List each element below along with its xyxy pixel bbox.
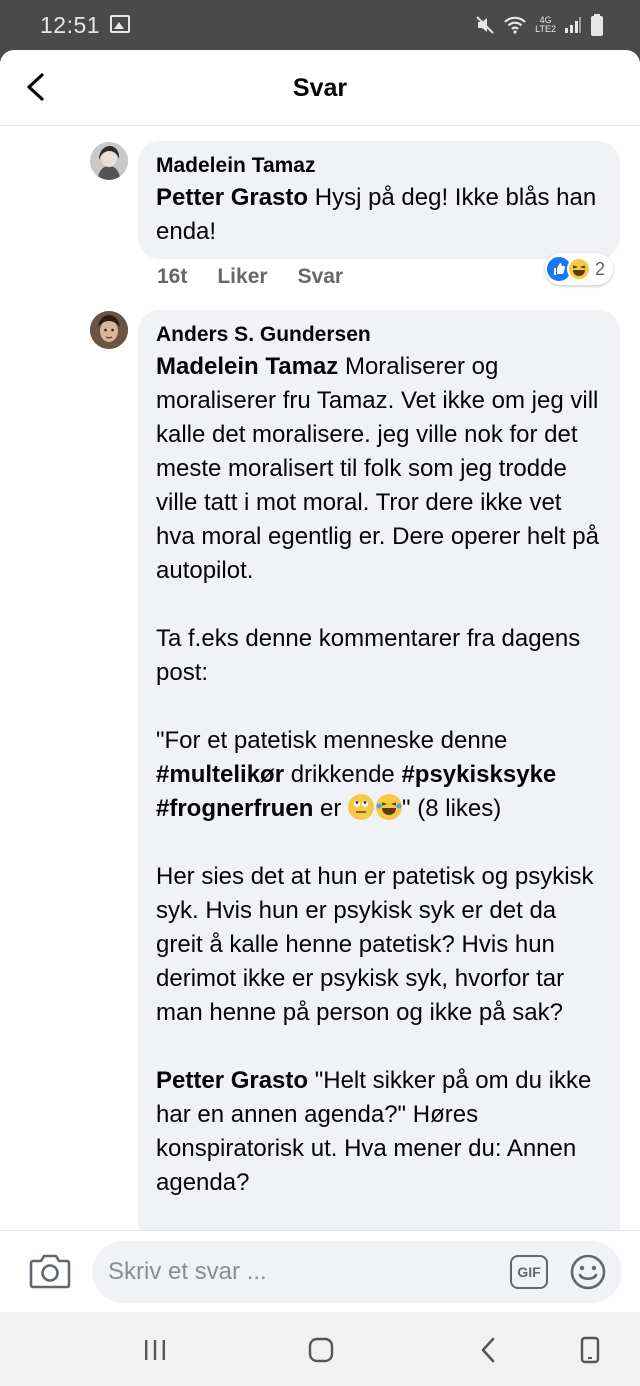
mention-link[interactable]: Petter Grasto — [156, 184, 308, 211]
back-chevron-icon — [481, 1337, 495, 1363]
avatar-photo-icon — [90, 311, 128, 349]
reactions-summary[interactable]: 2 — [545, 253, 614, 285]
comment-bubble[interactable]: Anders S. Gundersen Madelein Tamaz Moral… — [138, 310, 620, 1232]
avatar-photo-icon — [90, 142, 128, 180]
screen-rotate-button[interactable] — [570, 1334, 610, 1366]
reply-composer: GIF — [0, 1230, 640, 1312]
reaction-count: 2 — [595, 258, 606, 279]
quote-text: " (8 likes) — [402, 795, 502, 822]
home-button[interactable] — [301, 1334, 341, 1366]
comment-paragraph: Madelein Tamaz Moraliserer og moralisere… — [156, 350, 602, 588]
mention-link[interactable]: Petter Grasto — [156, 1067, 308, 1094]
comment-text: Madelein Tamaz Moraliserer og moralisere… — [156, 350, 602, 1200]
reply-input-container: GIF — [92, 1241, 622, 1303]
quote-text: er — [313, 795, 349, 822]
replies-sheet: Svar Madelein Tamaz Petter Grasto Hysj p… — [0, 50, 640, 1312]
avatar[interactable] — [90, 311, 128, 349]
comment-thread[interactable]: Madelein Tamaz Petter Grasto Hysj på deg… — [0, 127, 640, 1232]
hashtag-link[interactable]: #multelikør — [156, 761, 284, 788]
emoji-button[interactable] — [568, 1252, 608, 1292]
quote-text: drikkende — [284, 761, 402, 788]
recent-apps-icon — [145, 1340, 165, 1360]
gif-button[interactable]: GIF — [510, 1255, 548, 1289]
camera-icon — [29, 1254, 71, 1289]
hashtag-link[interactable]: #frognerfruen — [156, 795, 313, 822]
camera-button[interactable] — [28, 1251, 72, 1291]
hashtag-link[interactable]: #psykisksyke — [401, 761, 556, 788]
eye-roll-emoji-icon — [348, 794, 375, 820]
network-indicator: 4G LTE2 — [535, 16, 556, 34]
haha-reaction-icon — [567, 257, 591, 281]
mute-icon — [476, 16, 494, 34]
system-back-button[interactable] — [468, 1334, 508, 1366]
header: Svar — [0, 50, 640, 126]
status-time: 12:51 — [40, 12, 101, 38]
wifi-icon — [504, 16, 526, 34]
tears-of-joy-emoji-icon — [376, 794, 403, 820]
comment-actions: 16t Liker Svar — [157, 265, 343, 289]
avatar[interactable] — [90, 142, 128, 180]
reply-button[interactable]: Svar — [298, 265, 344, 289]
status-bar: 12:51 4G LTE2 — [0, 0, 640, 50]
like-button[interactable]: Liker — [217, 265, 267, 289]
comment-bubble[interactable]: Madelein Tamaz Petter Grasto Hysj på deg… — [138, 141, 620, 259]
comment-text: Petter Grasto Hysj på deg! Ikke blås han… — [156, 181, 602, 249]
comment-paragraph: Petter Grasto "Helt sikker på om du ikke… — [156, 1064, 602, 1200]
gallery-notification-icon — [110, 15, 130, 33]
status-icons: 4G LTE2 — [475, 12, 604, 38]
comment-paragraph: "For et patetisk menneske denne #multeli… — [156, 724, 602, 826]
system-nav-bar — [0, 1312, 640, 1386]
rotate-phone-icon — [580, 1336, 600, 1364]
smiley-icon — [570, 1254, 606, 1290]
comment-body: Moraliserer og moraliserer fru Tamaz. Ve… — [156, 353, 599, 584]
network-sublabel: LTE2 — [535, 24, 556, 34]
recent-apps-button[interactable] — [135, 1334, 175, 1366]
battery-icon — [591, 14, 603, 36]
reply-input[interactable] — [108, 1253, 498, 1291]
home-icon — [308, 1337, 334, 1363]
page-title: Svar — [292, 74, 348, 102]
comment-author[interactable]: Madelein Tamaz — [156, 153, 602, 179]
signal-icon — [565, 17, 581, 33]
comment-author[interactable]: Anders S. Gundersen — [156, 322, 602, 348]
mention-link[interactable]: Madelein Tamaz — [156, 353, 338, 380]
comment-paragraph: Ta f.eks denne kommentarer fra dagens po… — [156, 625, 581, 686]
comment-time[interactable]: 16t — [157, 265, 187, 289]
comment-paragraph: Her sies det at hun er patetisk og psyki… — [156, 863, 594, 1026]
quote-text: "For et patetisk menneske denne — [156, 727, 508, 754]
